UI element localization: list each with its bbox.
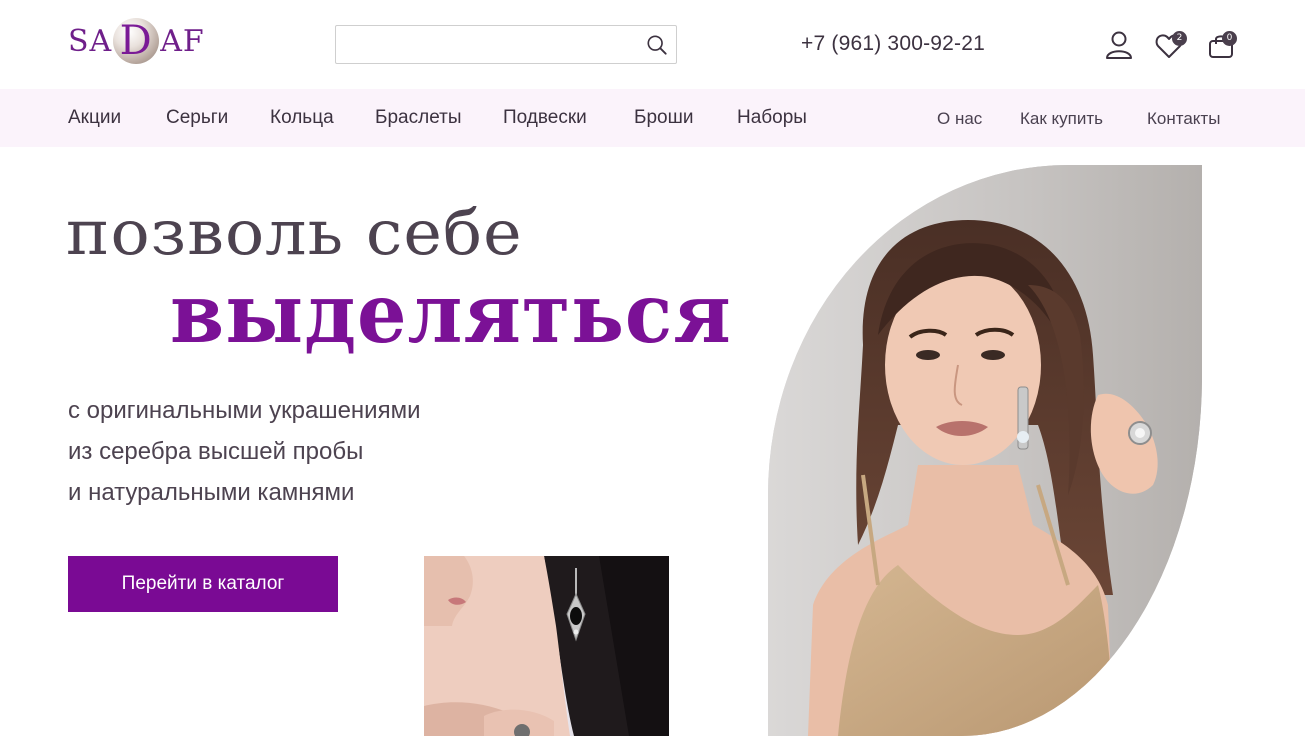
hero-subtitle-line3: и натуральными камнями [68, 479, 355, 506]
catalog-button[interactable]: Перейти в каталог [68, 556, 338, 612]
nav-item-rings[interactable]: Кольца [270, 107, 334, 129]
hero-subtitle-line2: из серебра высшей пробы [68, 438, 364, 465]
earring-model-photo [424, 556, 669, 736]
logo-text-middle: D [119, 18, 153, 64]
logo-text-right: AF [160, 23, 205, 59]
favorites-button[interactable]: 2 [1155, 30, 1189, 62]
search-box [335, 25, 677, 64]
nav-item-pendants[interactable]: Подвески [503, 107, 587, 129]
site-header: SA D AF +7 (961) 300-92-21 2 0 [0, 0, 1305, 89]
cart-count-badge: 0 [1222, 31, 1237, 46]
nav-item-sets[interactable]: Наборы [737, 107, 807, 129]
main-nav: Акции Серьги Кольца Браслеты Подвески Бр… [0, 89, 1305, 147]
nav-item-about[interactable]: О нас [937, 109, 982, 129]
logo-text-left: SA [68, 23, 113, 59]
hero-model-photo [768, 165, 1202, 736]
phone-number[interactable]: +7 (961) 300-92-21 [801, 32, 985, 56]
favorites-count-badge: 2 [1172, 31, 1187, 46]
nav-item-earrings[interactable]: Серьги [166, 107, 228, 129]
logo[interactable]: SA D AF [68, 16, 205, 66]
hero-model-illustration [768, 165, 1202, 736]
earring-model-illustration [424, 556, 669, 736]
hero-title-line1: позволь себе [66, 196, 523, 269]
user-icon[interactable] [1105, 30, 1133, 60]
nav-item-bracelets[interactable]: Браслеты [375, 107, 461, 129]
nav-item-brooches[interactable]: Броши [634, 107, 693, 129]
nav-item-how-to-buy[interactable]: Как купить [1020, 109, 1103, 129]
cart-button[interactable]: 0 [1207, 30, 1241, 62]
search-icon[interactable] [646, 34, 668, 56]
hero-title-line2: выделяться [170, 266, 732, 362]
nav-item-promotions[interactable]: Акции [68, 107, 121, 129]
search-input[interactable] [336, 26, 636, 63]
logo-pearl-icon: D [113, 18, 160, 64]
hero-subtitle-line1: с оригинальными украшениями [68, 397, 421, 424]
nav-item-contacts[interactable]: Контакты [1147, 109, 1220, 129]
